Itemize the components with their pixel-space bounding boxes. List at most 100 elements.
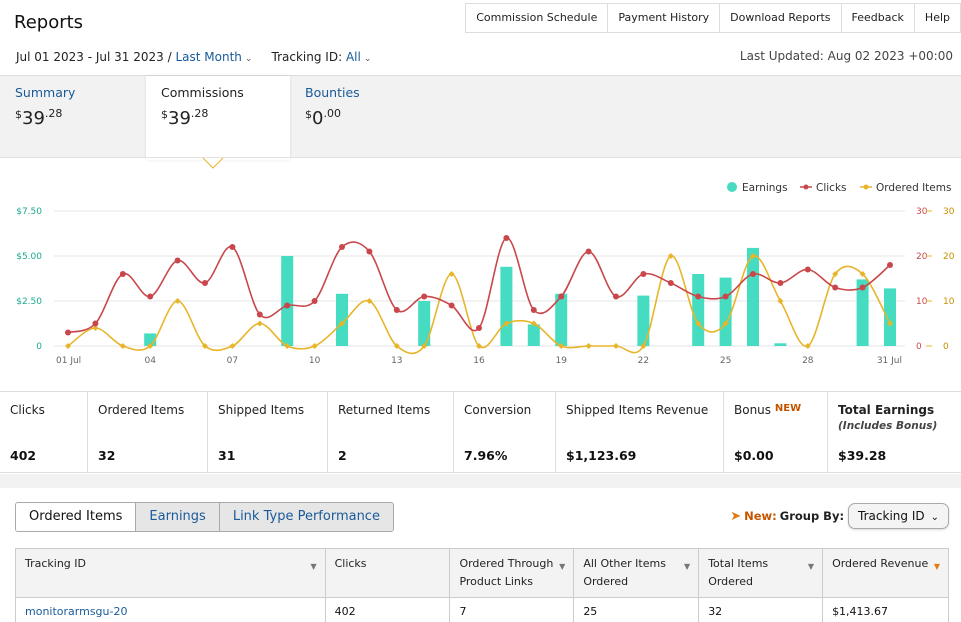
chart-svg: Earnings Clicks Ordered Items $7.50 30 30 $5.0… (16, 158, 955, 366)
clicks-point (640, 271, 647, 277)
x-tick-label: 13 (391, 356, 402, 366)
metric-shipped-items: Shipped Items 31 (208, 392, 328, 472)
metric-label: Conversion (464, 403, 532, 417)
tab-label: Summary (15, 85, 76, 100)
period-selector[interactable]: Last Month (175, 50, 241, 64)
metric-shipped-revenue: Shipped Items Revenue $1,123.69 (556, 392, 724, 472)
earnings-bar (774, 343, 787, 346)
ordered-items-point (256, 320, 263, 327)
metric-clicks: Clicks 402 (0, 392, 88, 472)
clicks-point (284, 302, 291, 309)
subtab-earnings[interactable]: Earnings (136, 503, 220, 531)
clicks-point (777, 280, 784, 286)
clicks-point (366, 248, 373, 255)
ordered-items-point (613, 343, 619, 349)
group-by: ➤ New: Group By: Tracking ID ⌄ (730, 503, 949, 529)
section-divider (0, 474, 961, 488)
nav-commission-schedule[interactable]: Commission Schedule (466, 4, 609, 32)
metric-ordered-items: Ordered Items 32 (88, 392, 208, 472)
clicks-point (256, 311, 263, 318)
y-left-tick: $5.00 (16, 252, 42, 262)
x-tick-label: 28 (802, 356, 814, 366)
earnings-chart: Earnings Clicks Ordered Items $7.50 30 30 $5.0… (0, 157, 961, 390)
y-left-tick: $2.50 (16, 297, 42, 307)
sort-arrow-icon[interactable]: ▼ (808, 558, 814, 576)
col-ordered-revenue[interactable]: Ordered Revenue ▼ (822, 548, 949, 598)
tab-commissions[interactable]: Commissions $39.28 (146, 76, 290, 160)
clicks-line (67, 237, 891, 334)
metric-value: 402 (10, 448, 37, 463)
clicks-point (530, 307, 537, 313)
new-badge: NEW (774, 403, 802, 414)
clicks-point (421, 293, 428, 300)
ordered-items-table: Tracking ID ▼ Clicks Ordered Through Prod… (15, 548, 949, 622)
page-title: Reports (14, 12, 84, 33)
cell-tracking-id[interactable]: monitorarmsgu-20 (15, 597, 326, 622)
subtab-ordered-items[interactable]: Ordered Items (16, 503, 137, 531)
legend-marker-0 (727, 182, 737, 192)
tracking-id-label: Tracking ID: (271, 50, 343, 64)
clicks-point (585, 248, 592, 255)
group-by-value: Tracking ID (858, 509, 925, 523)
col-ordered-through-links[interactable]: Ordered Through Product Links ▼ (449, 548, 575, 598)
clicks-point (119, 271, 126, 277)
cell-total-items: 32 (698, 597, 824, 622)
tab-amount: $0.00 (305, 107, 341, 129)
x-tick-label: 22 (638, 356, 649, 366)
sort-arrow-icon[interactable]: ▼ (684, 558, 690, 576)
col-clicks[interactable]: Clicks (324, 548, 451, 598)
col-all-other-items[interactable]: All Other Items Ordered ▼ (573, 548, 700, 598)
y-right-tick: 30 (916, 207, 928, 217)
clicks-point (229, 244, 236, 250)
col-tracking-id[interactable]: Tracking ID ▼ (15, 548, 326, 598)
metric-value: 31 (218, 448, 236, 463)
y-left-tick: $7.50 (16, 207, 42, 217)
clicks-point (613, 293, 619, 300)
cell-ordered-through-links: 7 (449, 597, 575, 622)
rocket-icon: ➤ (730, 508, 742, 524)
nav-payment-history[interactable]: Payment History (608, 4, 721, 32)
metric-value: 32 (98, 448, 116, 463)
date-range: Jul 01 2023 - Jul 31 2023 / (16, 50, 172, 64)
x-tick-label: 31 Jul (877, 356, 902, 366)
subtab-link-type-performance[interactable]: Link Type Performance (219, 503, 393, 531)
earnings-bar (884, 288, 896, 346)
table-header-row: Tracking ID ▼ Clicks Ordered Through Prod… (15, 548, 949, 598)
legend-label: Earnings (742, 182, 788, 194)
group-by-label: Group By: (779, 509, 845, 523)
report-subtabs: Ordered Items Earnings Link Type Perform… (15, 502, 394, 532)
earnings-bar (281, 256, 294, 346)
sort-arrow-icon[interactable]: ▼ (559, 558, 565, 576)
top-nav: Commission Schedule Payment History Down… (465, 3, 961, 33)
col-total-items[interactable]: Total Items Ordered ▼ (698, 548, 824, 598)
nav-download-reports[interactable]: Download Reports (720, 4, 842, 32)
cell-ordered-revenue: $1,413.67 (822, 597, 949, 622)
y-right2-tick: 0 (943, 342, 949, 352)
metric-returned-items: Returned Items 2 (328, 392, 454, 472)
sort-arrow-icon[interactable]: ▼ (310, 558, 316, 576)
chevron-down-icon[interactable]: ⌄ (364, 54, 372, 64)
tab-pointer (202, 158, 224, 169)
group-by-select[interactable]: Tracking ID ⌄ (848, 503, 949, 529)
tab-summary[interactable]: Summary $39.28 (0, 76, 146, 158)
chevron-down-icon[interactable]: ⌄ (245, 54, 253, 64)
cell-all-other-items: 25 (573, 597, 700, 622)
y-right-tick: 0 (916, 342, 922, 352)
earnings-bar (418, 301, 431, 346)
x-tick-label: 10 (309, 356, 321, 366)
tab-label: Bounties (305, 85, 360, 100)
tracking-id-selector[interactable]: All (346, 50, 361, 64)
clicks-point (558, 293, 565, 300)
metric-value: $0.00 (734, 448, 774, 463)
tab-bounties[interactable]: Bounties $0.00 (290, 76, 436, 158)
earnings-bar (747, 247, 759, 346)
y-right2-tick: 20 (943, 252, 955, 262)
earnings-bar (692, 274, 705, 346)
ordered-items-point (119, 343, 126, 349)
nav-help[interactable]: Help (915, 4, 961, 32)
new-label: New: (744, 509, 777, 523)
clicks-point (695, 293, 702, 300)
clicks-point (722, 293, 729, 300)
sort-arrow-icon[interactable]: ▼ (934, 558, 940, 576)
nav-feedback[interactable]: Feedback (842, 4, 915, 32)
